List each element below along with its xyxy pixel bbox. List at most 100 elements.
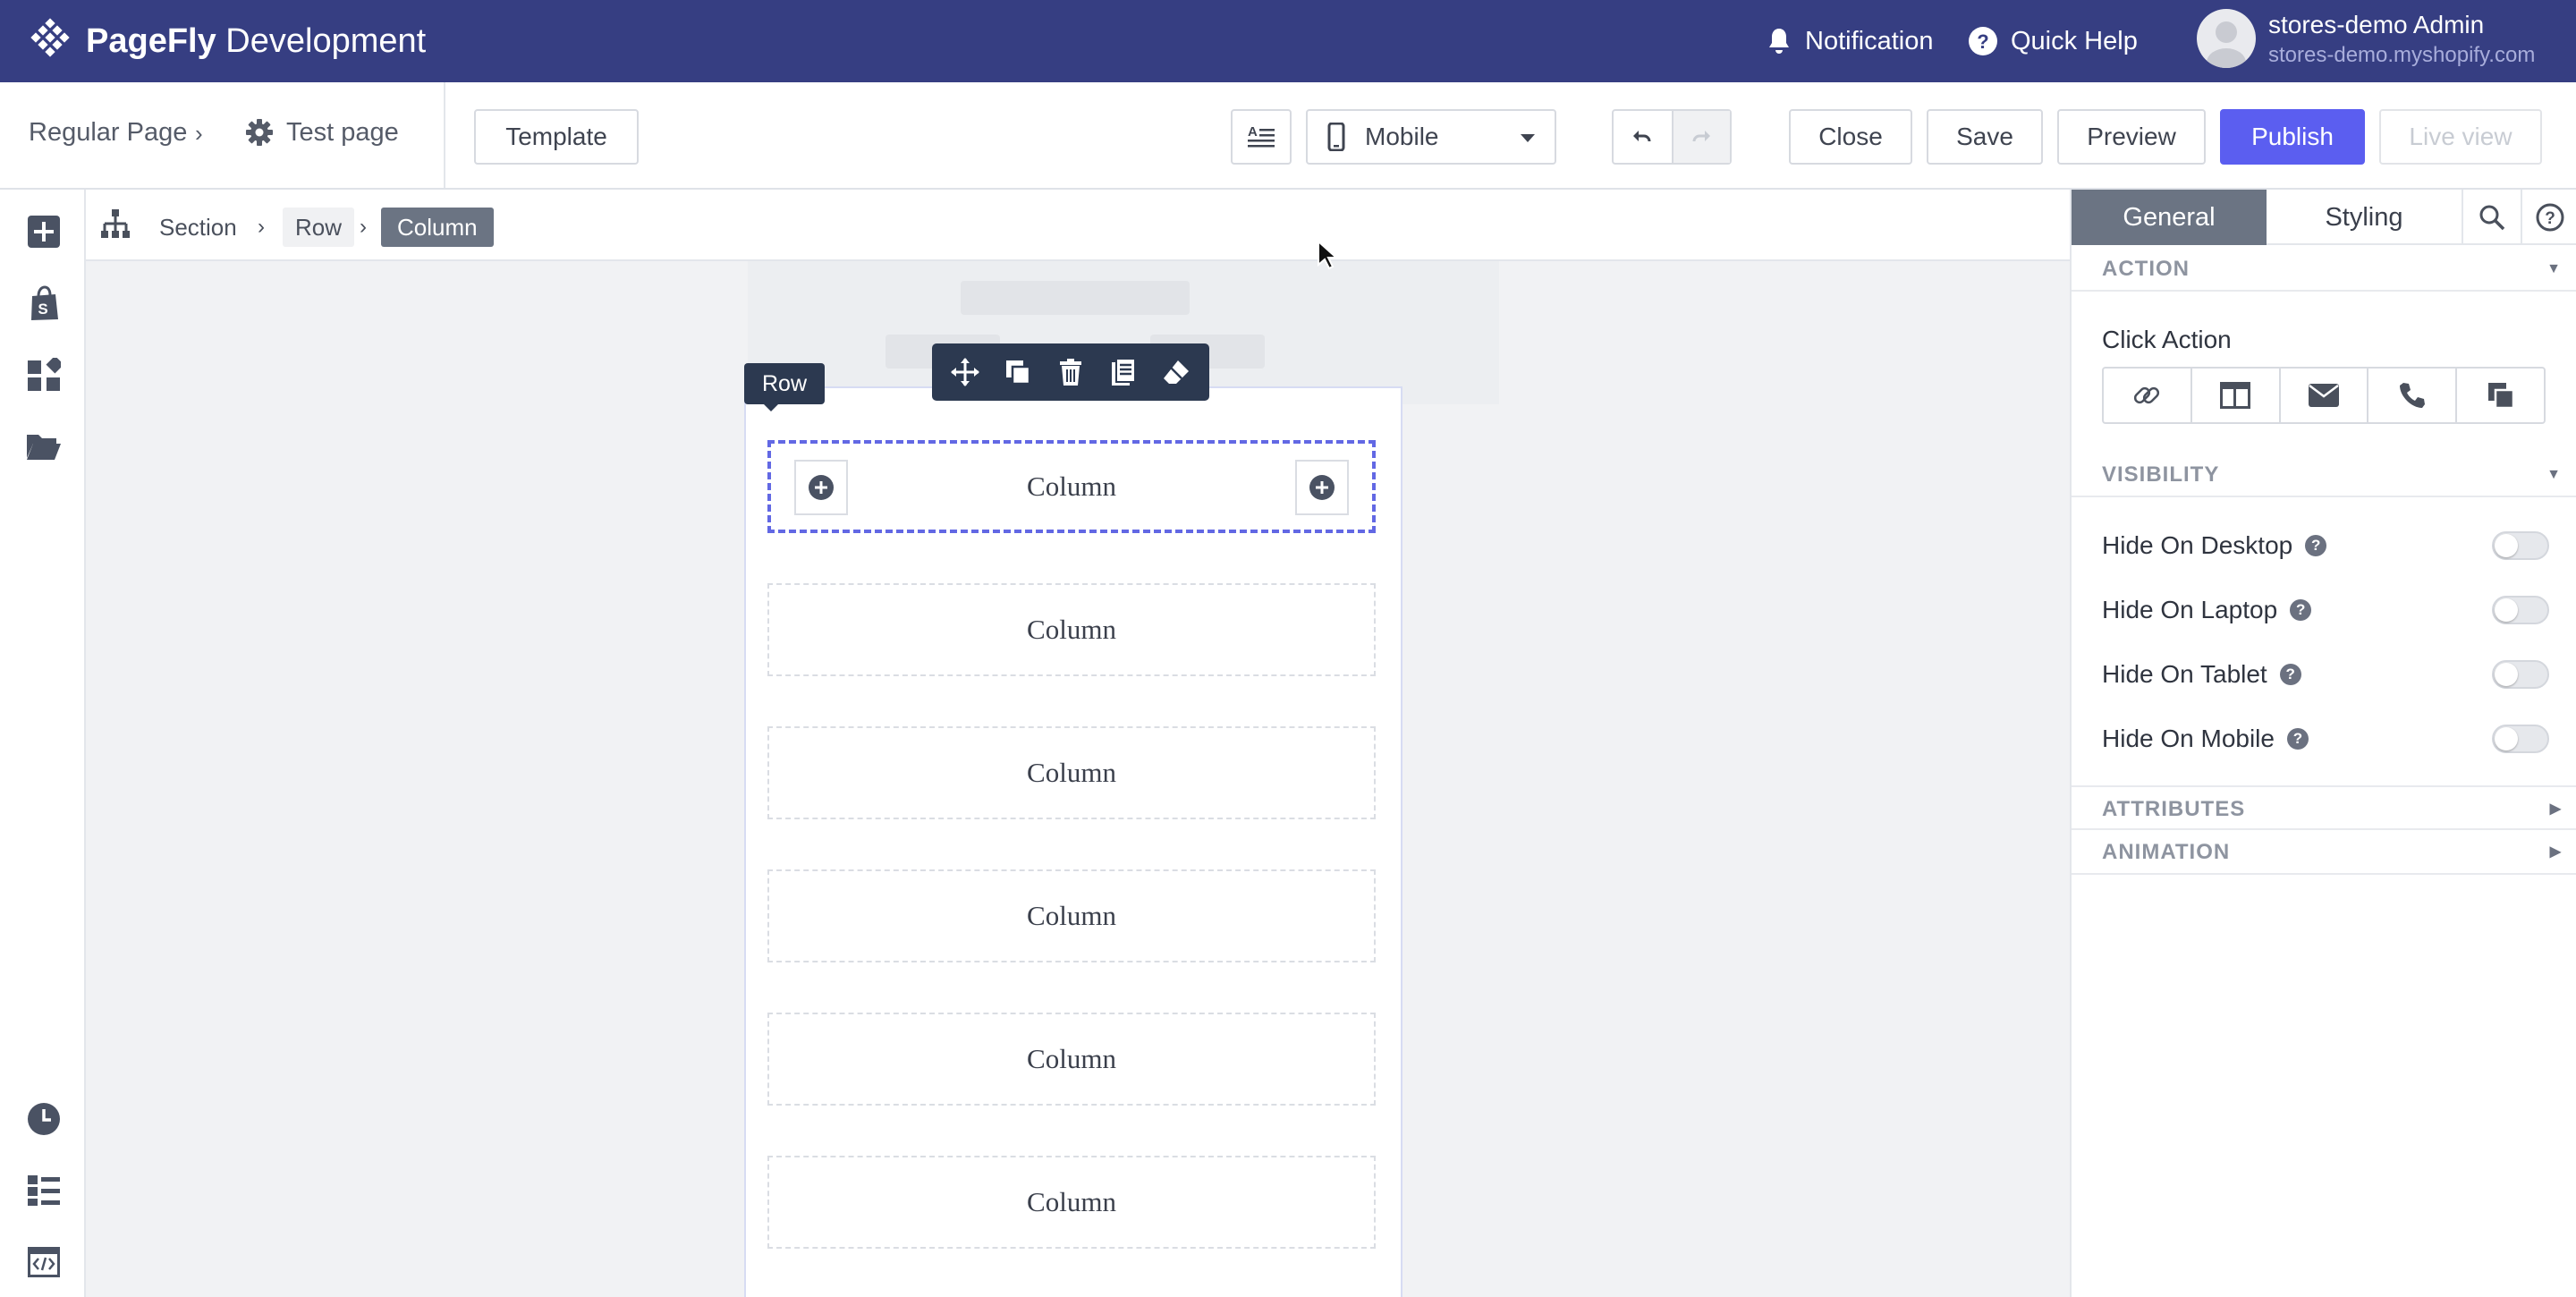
section-title: ACTION [2102, 257, 2190, 281]
inspector-help-button[interactable]: ? [2521, 190, 2576, 245]
device-label: Mobile [1365, 123, 1439, 150]
hide-on-mobile-row: Hide On Mobile ? [2102, 721, 2549, 757]
column-element[interactable]: Column [767, 726, 1376, 819]
delete-button[interactable] [1051, 352, 1090, 392]
history-button[interactable] [25, 1100, 63, 1138]
template-button[interactable]: Template [474, 109, 639, 165]
tab-general[interactable]: General [2072, 190, 2267, 245]
inspector-search-button[interactable] [2462, 190, 2521, 245]
placeholder-block [961, 281, 1190, 315]
clear-style-button[interactable] [1157, 352, 1196, 392]
app-title: PageFly Development [86, 22, 427, 60]
text-format-button[interactable]: A [1231, 109, 1292, 165]
trash-icon [1059, 359, 1081, 386]
hide-on-tablet-toggle[interactable] [2492, 660, 2549, 689]
chevron-right-icon: › [258, 215, 265, 239]
document-icon [1111, 358, 1136, 386]
search-icon [2479, 205, 2505, 231]
plus-circle-icon [1309, 475, 1335, 500]
column-element[interactable]: Column [767, 1013, 1376, 1106]
page-settings-button[interactable]: Test page [245, 114, 399, 150]
question-circle-icon: ? [1969, 27, 1997, 55]
visibility-label: Hide On Mobile [2102, 725, 2275, 752]
redo-icon [1692, 131, 1711, 142]
outline-button[interactable] [25, 1172, 63, 1209]
help-icon[interactable]: ? [2286, 728, 2309, 750]
section-title: ATTRIBUTES [2102, 797, 2246, 821]
bell-icon [1769, 29, 1789, 54]
move-arrows-icon [951, 358, 980, 386]
add-column-before-button[interactable] [794, 460, 848, 515]
column-label: Column [1027, 1043, 1116, 1074]
page-type-link[interactable]: Regular Page [29, 118, 187, 148]
crumb-row[interactable]: Row [283, 208, 355, 247]
action-copy-button[interactable] [2457, 369, 2544, 422]
list-icon [28, 1175, 60, 1206]
user-silhouette-icon [2207, 21, 2246, 68]
column-element[interactable]: Column [767, 1156, 1376, 1249]
notification-button[interactable]: Notification [1766, 20, 1933, 63]
hide-on-desktop-toggle[interactable] [2492, 531, 2549, 560]
layout-window-icon [2220, 382, 2251, 409]
help-icon[interactable]: ? [2279, 664, 2301, 685]
add-column-after-button[interactable] [1295, 460, 1349, 515]
help-icon[interactable]: ? [2305, 535, 2327, 556]
column-label: Column [1027, 900, 1116, 931]
crumb-column[interactable]: Column [381, 208, 494, 247]
row-label-tag[interactable]: Row [744, 363, 825, 411]
page-name: Test page [286, 117, 399, 147]
undo-icon [1633, 131, 1651, 142]
move-button[interactable] [945, 352, 985, 392]
eraser-icon [1163, 360, 1189, 384]
editor-canvas: Row Column Column Column Column Column C… [86, 261, 2070, 1297]
add-element-button[interactable] [25, 213, 63, 250]
shopify-button[interactable]: S [25, 284, 63, 322]
pages-folder-button[interactable] [25, 428, 63, 465]
help-icon[interactable]: ? [2290, 599, 2312, 621]
duplicate-button[interactable] [998, 352, 1038, 392]
action-popup-button[interactable] [2192, 369, 2281, 422]
redo-button[interactable] [1671, 111, 1730, 163]
action-section-header[interactable]: ACTION ▼ [2072, 247, 2576, 292]
quick-help-button[interactable]: ? Quick Help [1968, 20, 2138, 63]
animation-section-header[interactable]: ANIMATION ▶ [2072, 830, 2576, 875]
tab-styling[interactable]: Styling [2267, 190, 2462, 245]
sitemap-icon[interactable] [100, 208, 131, 242]
visibility-section-header[interactable]: VISIBILITY ▼ [2072, 453, 2576, 497]
user-name[interactable]: stores-demo Admin [2268, 11, 2484, 39]
mobile-phone-icon [1327, 123, 1345, 151]
device-select[interactable]: Mobile [1306, 109, 1556, 165]
column-element[interactable]: Column [767, 440, 1376, 533]
gear-icon [246, 119, 273, 146]
hide-on-laptop-toggle[interactable] [2492, 596, 2549, 624]
hide-on-desktop-row: Hide On Desktop ? [2102, 528, 2549, 564]
action-link-button[interactable] [2104, 369, 2192, 422]
text-lines-icon: A [1248, 124, 1275, 148]
hide-on-mobile-toggle[interactable] [2492, 725, 2549, 753]
action-phone-button[interactable] [2368, 369, 2458, 422]
close-button[interactable]: Close [1789, 109, 1912, 165]
save-button[interactable]: Save [1927, 109, 2043, 165]
column-element[interactable]: Column [767, 583, 1376, 676]
save-as-template-button[interactable] [1104, 352, 1143, 392]
undo-button[interactable] [1614, 111, 1672, 163]
hide-on-laptop-row: Hide On Laptop ? [2102, 592, 2549, 628]
visibility-label: Hide On Tablet [2102, 660, 2267, 688]
publish-button[interactable]: Publish [2220, 109, 2365, 165]
mouse-cursor-icon [1318, 240, 1338, 270]
visibility-label: Hide On Desktop [2102, 531, 2293, 559]
preview-button[interactable]: Preview [2057, 109, 2206, 165]
action-email-button[interactable] [2281, 369, 2369, 422]
left-sidebar: S [0, 190, 86, 1297]
live-view-button[interactable]: Live view [2379, 109, 2542, 165]
editor-toolbar: Regular Page › Test page Template A Mobi… [0, 82, 2576, 190]
inspector-tabs: General Styling ? [2072, 190, 2576, 245]
top-bar: PageFly Development Notification ? Quick… [0, 0, 2576, 82]
envelope-icon [2308, 384, 2339, 407]
sections-button[interactable] [25, 356, 63, 394]
column-element[interactable]: Column [767, 869, 1376, 962]
avatar[interactable] [2197, 9, 2256, 68]
custom-code-button[interactable] [25, 1243, 63, 1281]
attributes-section-header[interactable]: ATTRIBUTES ▶ [2072, 785, 2576, 830]
crumb-section[interactable]: Section [159, 208, 237, 247]
